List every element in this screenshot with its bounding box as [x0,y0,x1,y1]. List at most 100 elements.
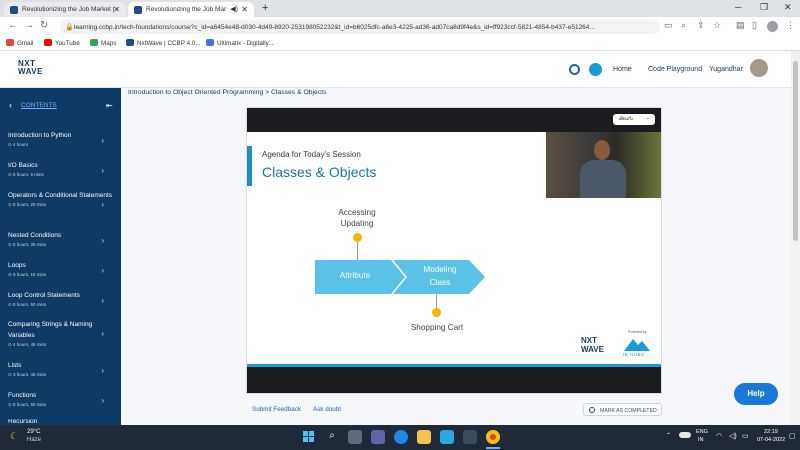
collapse-sidebar-icon[interactable]: ⇤ [106,101,113,110]
sidebar-item-introduction-to-python[interactable]: Introduction to Python ⊙ 4 hours › [8,130,116,148]
teams-icon[interactable] [371,430,385,444]
bookmark-star-icon[interactable]: ☆ [713,20,721,31]
connector-dot [353,233,362,242]
maps-icon [90,39,98,46]
reading-list-icon[interactable]: ▯ [752,20,757,31]
reload-icon[interactable]: ↻ [40,20,48,31]
language-in[interactable]: IN [698,437,704,443]
bookmark-gmail[interactable]: Gmail [6,39,33,47]
streak-icon[interactable] [569,64,580,75]
chrome-icon[interactable] [486,430,500,444]
label-shopping-cart: Shopping Cart [410,323,464,332]
username[interactable]: Yugandhar [709,66,743,73]
new-tab-button[interactable]: + [262,2,268,14]
sidebar-item-lists[interactable]: Lists ⊙ 3 hours, 40 mins › [8,360,116,378]
powered-by-label: Powered by [628,330,647,334]
audio-icon[interactable]: ◀) [230,5,238,13]
url-input[interactable]: 🔒 learning.ccbp.in/tech-foundations/cour… [60,20,660,34]
profile-icon[interactable] [767,21,778,32]
tab-search-icon[interactable]: ▤ [736,20,745,31]
search-icon[interactable]: ⌕ [325,430,339,444]
browser-tab[interactable]: Revolutionizing the Job Market | ✕ [4,2,126,17]
close-tab-icon[interactable]: ✕ [113,5,120,14]
volume-icon[interactable]: ◁) [729,432,737,440]
ask-doubt-link[interactable]: Ask doubt [313,406,341,413]
address-bar-row: ← → ↻ 🔒 learning.ccbp.in/tech-foundation… [0,17,800,37]
language-select[interactable]: తెలుగు ⌄ [613,114,655,125]
active-app-indicator [486,447,500,449]
clock-date[interactable]: 07-04-2022 [757,437,785,443]
video-bottom-bar [247,367,661,393]
submit-feedback-link[interactable]: Submit Feedback [252,406,301,413]
edge-icon[interactable] [394,430,408,444]
sidebar-item-comparing-strings[interactable]: Comparing Strings & Naming Variables ⊙ 4… [8,319,116,348]
ultimatix-icon [206,39,214,46]
zoom-icon[interactable]: ⌕ [681,20,686,31]
label-class: Class [429,278,451,287]
chevron-right-icon: › [101,200,104,209]
sidebar-item-functions[interactable]: Functions ⊙ 8 hours, 50 mins › [8,390,116,408]
cast-icon[interactable]: ▭ [664,20,673,31]
share-icon[interactable]: ⇪ [697,20,705,31]
close-window-icon[interactable]: ✕ [784,2,792,13]
instructor-webcam [546,132,661,198]
wifi-icon[interactable]: ◠ [716,432,722,440]
bookmark-ultimatix[interactable]: Ultimatix - Digitally... [206,39,274,47]
windows-start-icon[interactable] [302,430,316,444]
sidebar-item-nested-conditions[interactable]: Nested Conditions ⊙ 5 hours, 35 mins › [8,230,116,248]
browser-tab-active[interactable]: Revolutionizing the Job Mar ◀) ✕ [128,2,254,17]
store-icon[interactable] [463,430,477,444]
close-tab-icon[interactable]: ✕ [241,5,248,14]
ib-hubs-logo-icon [624,339,650,351]
clock-time[interactable]: 22:19 [764,429,778,435]
bookmark-nxtwave[interactable]: NxtWave | CCBP 4.0... [126,39,201,47]
label-updating: Updating [340,219,374,228]
sidebar-item-operators[interactable]: Operators & Conditional Statements ⊙ 8 h… [8,190,116,209]
nxtwave-logo[interactable]: NXT WAVE [18,60,43,76]
notifications-icon[interactable]: ▢ [789,432,796,440]
bookmark-maps[interactable]: Maps [90,39,116,47]
help-button[interactable]: Help [734,383,778,405]
temperature[interactable]: 29°C [27,429,40,435]
scrollbar-thumb[interactable] [793,61,798,241]
label-attribute: Attribute [339,271,371,280]
connector-line [357,242,358,260]
chevron-left-icon[interactable]: ‹ [9,100,12,110]
weather-text[interactable]: Haze [27,437,41,443]
menu-kebab-icon[interactable]: ⋮ [786,20,795,31]
avatar[interactable] [750,59,768,77]
back-icon[interactable]: ← [8,20,18,31]
task-view-icon[interactable] [348,430,362,444]
onedrive-cloud-icon[interactable] [679,432,691,438]
page-scrollbar[interactable] [791,51,800,425]
minimize-icon[interactable]: ─ [735,2,741,12]
chat-icon[interactable] [589,63,602,76]
sidebar-item-loop-control[interactable]: Loop Control Statements ⊙ 8 hours, 50 mi… [8,290,116,308]
instructor-head [594,140,610,160]
mark-as-completed-button[interactable]: MARK AS COMPLETED [583,403,662,416]
mail-icon[interactable] [440,430,454,444]
file-explorer-icon[interactable] [417,430,431,444]
breadcrumb[interactable]: Introduction to Object Oriented Programm… [128,89,327,96]
slide-title: Classes & Objects [262,164,377,180]
chevron-up-icon[interactable]: ⌃ [666,432,671,439]
chevron-right-icon: › [101,296,104,305]
battery-icon[interactable]: ▭ [742,432,749,440]
nxtwave-favicon-icon [134,6,142,14]
maximize-icon[interactable]: ❐ [760,2,768,13]
chevron-right-icon: › [101,396,104,405]
language-eng[interactable]: ENG [696,429,708,435]
nav-code-playground[interactable]: Code Playground [648,66,702,73]
nxtwave-favicon-icon [10,6,18,14]
forward-icon[interactable]: → [24,20,34,31]
browser-tab-bar: Revolutionizing the Job Market | ✕ Revol… [0,0,800,17]
chevron-down-icon: ⌄ [645,115,650,121]
sidebar-item-loops[interactable]: Loops ⊙ 9 hours, 15 mins › [8,260,116,278]
contents-tab[interactable]: CONTENTS [21,102,57,109]
bookmark-youtube[interactable]: YouTube [44,39,80,47]
connector-line [436,294,437,308]
nav-home[interactable]: Home [613,66,632,73]
video-player[interactable]: తెలుగు ⌄ Agenda for Today's Session Class… [246,107,662,394]
sidebar-item-io-basics[interactable]: I/O Basics ⊙ 5 hours, 5 mins › [8,160,116,178]
weather-moon-icon[interactable]: ☾ [10,431,18,442]
